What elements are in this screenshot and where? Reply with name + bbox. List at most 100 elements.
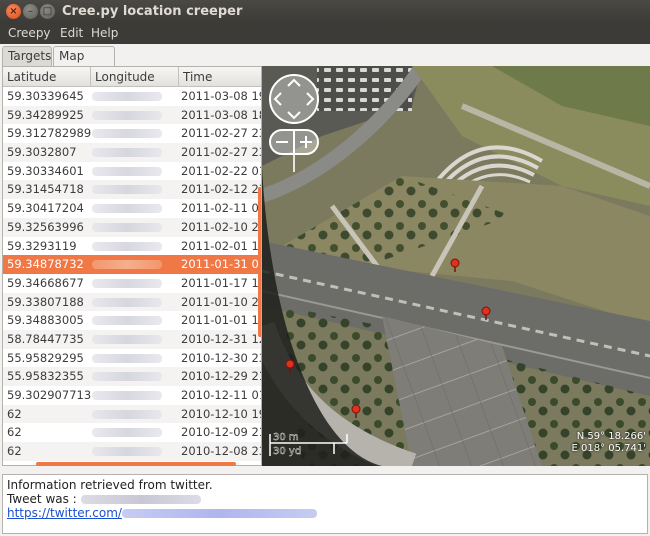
table-row[interactable]: 59.32563996 2011-02-10 20: (3, 217, 261, 237)
redacted-longitude (92, 372, 162, 382)
table-row[interactable]: 62 2010-12-10 19: (3, 404, 262, 425)
redacted-longitude (92, 334, 162, 344)
time-cell: 2011-02-12 23: (181, 182, 262, 197)
tweet-link[interactable]: https://twitter.com/ (7, 506, 122, 520)
longitude-cell (92, 367, 176, 387)
latitude-cell: 59.3293119 (7, 238, 77, 253)
latitude-cell: 59.30334601 (7, 163, 84, 178)
locations-table[interactable]: Latitude Longitude Time 59.30339645 2011-… (2, 66, 262, 466)
time-cell: 2011-02-27 23: (181, 145, 262, 160)
longitude-cell (92, 255, 176, 275)
time-cell: 2011-01-17 13: (181, 275, 262, 290)
table-row[interactable]: 59.31454718 2011-02-12 23: (3, 180, 262, 200)
latitude-readout: N 59° 18.266' (576, 431, 646, 442)
info-source-text: Information retrieved from twitter. (7, 478, 213, 492)
time-cell: 2010-12-11 01: (181, 388, 262, 402)
time-cell: 2011-02-11 08: (181, 201, 262, 216)
table-header: Latitude Longitude Time (3, 67, 261, 87)
table-row[interactable]: 59.3127829898 2011-02-27 23: (3, 124, 261, 144)
close-window-button[interactable]: × (6, 4, 21, 19)
zoom-control[interactable] (269, 129, 319, 155)
menu-creepy[interactable]: Creepy (8, 26, 51, 40)
latitude-cell: 59.31454718 (7, 182, 84, 197)
table-row[interactable]: 59.34289925 2011-03-08 18: (3, 105, 262, 125)
redacted-longitude (92, 110, 162, 120)
satellite-map: 30 m 30 yd (262, 66, 650, 466)
table-row[interactable]: 58.78447735 2010-12-31 12: (3, 329, 262, 349)
tweet-line: Tweet was : (7, 492, 643, 506)
column-header-longitude[interactable]: Longitude (91, 67, 179, 87)
time-cell: 2011-03-08 19: (181, 89, 262, 103)
table-row[interactable]: 62 2010-12-09 21: (3, 423, 261, 442)
horizontal-scrollbar-track[interactable] (2, 462, 260, 468)
scale-yards: 30 yd (273, 446, 301, 457)
table-row[interactable]: 55.95829295 2010-12-30 23: (3, 349, 261, 369)
table-row[interactable]: 55.95832355 2010-12-29 21: (3, 367, 261, 387)
table-row[interactable]: 59.34883005 2011-01-01 18: (3, 311, 261, 331)
time-cell: 2011-03-08 18: (181, 107, 262, 122)
table-row-selected[interactable]: 59.34878732 2011-01-31 01: (3, 255, 262, 275)
tab-targets[interactable]: Targets (2, 46, 52, 66)
latitude-cell: 59.34289925 (7, 107, 84, 122)
menu-edit[interactable]: Edit (60, 26, 83, 40)
table-row[interactable]: 59.3293119 2011-02-01 11: (3, 237, 262, 257)
longitude-cell (92, 162, 176, 182)
time-cell: 2010-12-10 19: (181, 406, 262, 421)
longitude-cell (92, 237, 176, 257)
table-row[interactable]: 59.3029077138 2010-12-11 01: (3, 386, 262, 405)
longitude-cell (92, 143, 176, 163)
tweet-label: Tweet was : (7, 492, 77, 506)
redacted-tweet (80, 495, 201, 504)
time-cell: 2011-02-01 11: (181, 238, 262, 253)
latitude-cell: 59.33807188 (7, 294, 84, 309)
redacted-link (121, 509, 317, 518)
table-body: 59.30339645 2011-03-08 19: 59.34289925 2011… (3, 87, 262, 462)
redacted-longitude (92, 447, 162, 457)
title-bar[interactable]: × – □ Cree.py location creeper (0, 0, 650, 24)
redacted-longitude (92, 316, 162, 326)
longitude-cell (92, 311, 176, 331)
window-title: Cree.py location creeper (62, 4, 243, 19)
table-row[interactable]: 59.3032807 2011-02-27 23: (3, 143, 262, 163)
time-cell: 2010-12-31 12: (181, 331, 262, 346)
tab-map-view[interactable]: Map View (53, 46, 115, 82)
column-header-time[interactable]: Time (179, 67, 261, 87)
redacted-longitude (92, 222, 162, 232)
menu-help[interactable]: Help (91, 26, 118, 40)
redacted-longitude (92, 185, 162, 195)
table-row[interactable]: 59.30339645 2011-03-08 19: (3, 87, 262, 106)
table-row[interactable]: 59.34668677 2011-01-17 13: (3, 274, 262, 294)
menu-bar: Creepy Edit Help (0, 24, 650, 44)
tweet-link-line: https://twitter.com/ (7, 506, 643, 520)
longitude-cell (92, 199, 176, 219)
latitude-cell: 59.34883005 (7, 313, 84, 328)
redacted-longitude (92, 92, 162, 101)
redacted-longitude (92, 428, 162, 438)
longitude-cell (92, 349, 176, 369)
time-cell: 2011-01-31 01: (181, 257, 262, 272)
time-cell: 2010-12-08 23: (181, 444, 262, 459)
latitude-cell: 59.3127829898 (7, 126, 91, 141)
horizontal-scrollbar-thumb[interactable] (36, 462, 236, 466)
longitude-cell (92, 180, 176, 200)
table-row[interactable]: 59.30334601 2011-02-22 01: (3, 162, 261, 182)
info-panel: Information retrieved from twitter. Twee… (2, 474, 648, 534)
longitude-cell (92, 405, 176, 425)
table-row[interactable]: 62 2010-12-08 23: (3, 442, 262, 462)
tab-bar: Targets Map View (0, 44, 650, 82)
redacted-longitude (92, 278, 162, 288)
longitude-cell (92, 442, 176, 462)
column-header-latitude[interactable]: Latitude (3, 67, 91, 87)
redacted-longitude (92, 409, 162, 419)
table-row[interactable]: 59.30417204 2011-02-11 08: (3, 199, 262, 219)
redacted-longitude (92, 297, 162, 307)
map-view[interactable]: 30 m 30 yd N 59° 18.266' E 018° 05.741' (262, 66, 650, 466)
pan-control[interactable] (269, 74, 319, 124)
longitude-cell (92, 274, 176, 294)
maximize-window-button[interactable]: □ (40, 4, 55, 19)
latitude-cell: 62 (7, 444, 22, 459)
minimize-window-button[interactable]: – (23, 4, 38, 19)
table-row[interactable]: 59.33807188 2011-01-10 20: (3, 292, 261, 312)
latitude-cell: 62 (7, 425, 22, 440)
longitude-cell (92, 124, 176, 144)
